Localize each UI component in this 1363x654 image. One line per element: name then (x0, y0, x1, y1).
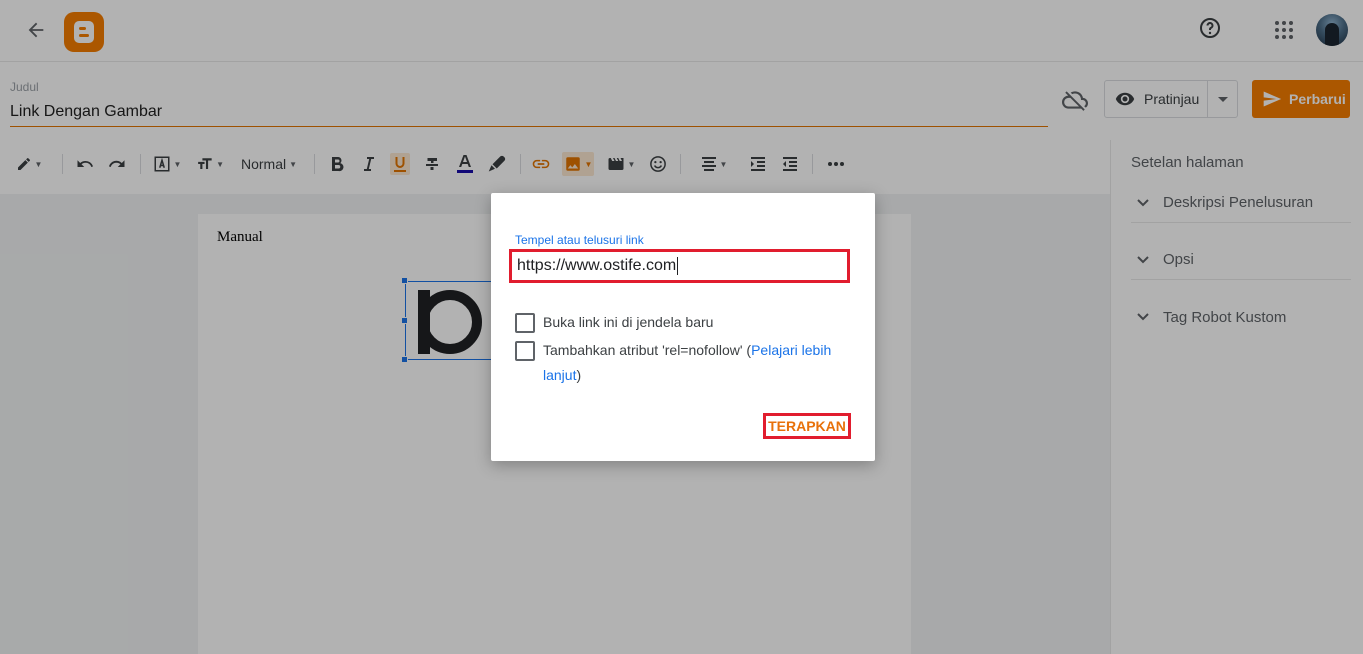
new-window-checkbox[interactable] (515, 313, 535, 333)
new-window-option: Buka link ini di jendela baru (515, 313, 855, 335)
link-input-label: Tempel atau telusuri link (515, 233, 644, 247)
text-cursor (677, 257, 679, 275)
nofollow-checkbox[interactable] (515, 341, 535, 361)
link-url-value: https://www.ostife.com (517, 257, 677, 274)
link-url-input[interactable]: https://www.ostife.com (509, 249, 850, 283)
nofollow-label-text: Tambahkan atribut 'rel=nofollow' ( (543, 342, 752, 358)
nofollow-option: Tambahkan atribut 'rel=nofollow' (Pelaja… (515, 341, 855, 388)
apply-button[interactable]: TERAPKAN (763, 413, 851, 439)
new-window-label: Buka link ini di jendela baru (543, 314, 714, 330)
nofollow-label-close: ) (576, 367, 582, 383)
link-dialog: Tempel atau telusuri link https://www.os… (491, 193, 875, 461)
nofollow-label: Tambahkan atribut 'rel=nofollow' (Pelaja… (543, 338, 855, 388)
